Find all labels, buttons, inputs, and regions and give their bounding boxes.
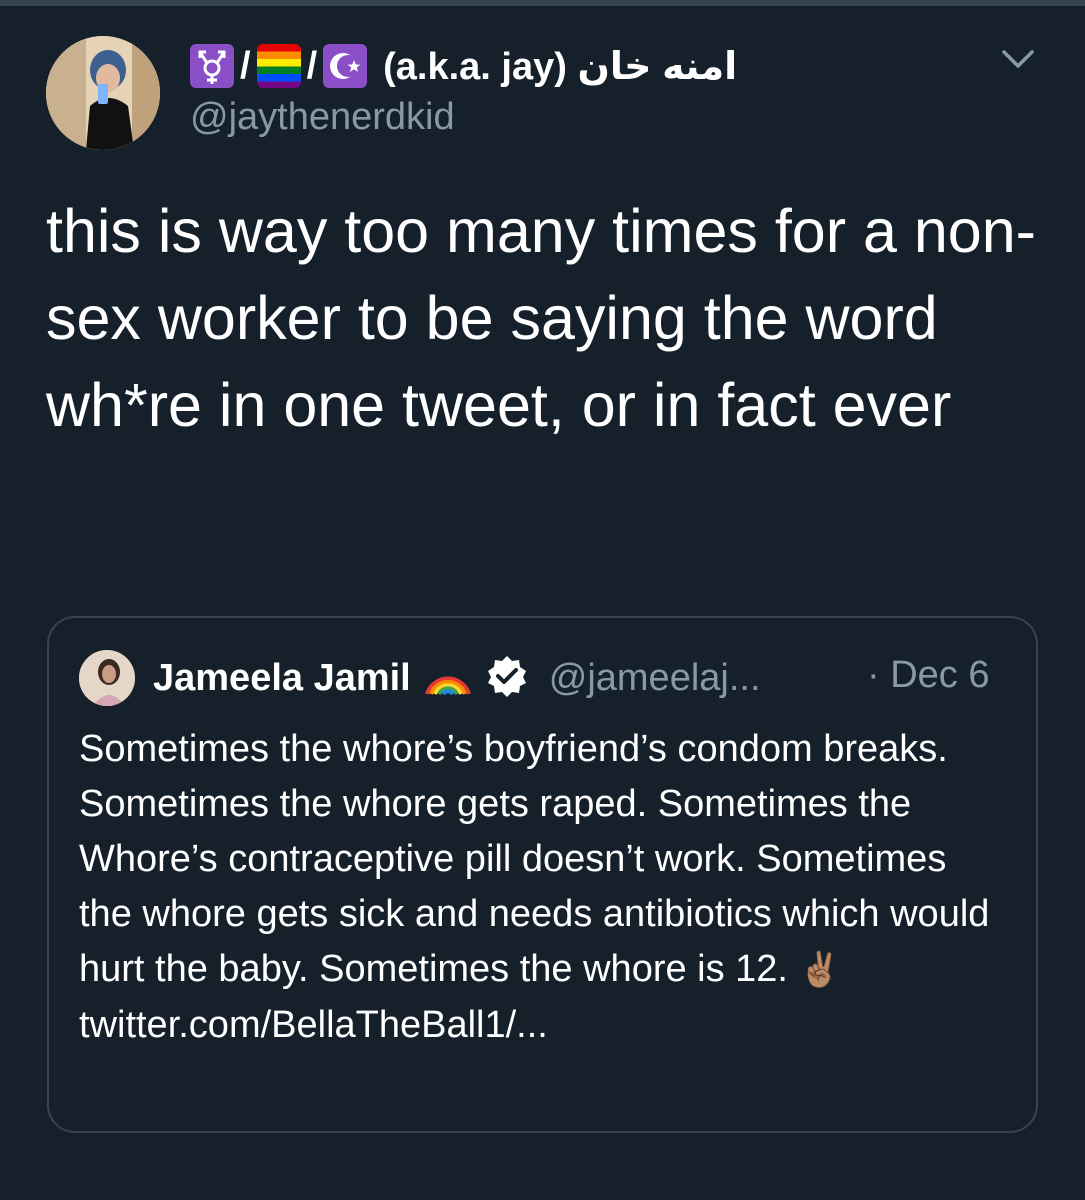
quoted-tweet-body: Sometimes the whore’s boyfriend’s condom… [79,728,990,990]
quoted-author-handle[interactable]: @jameelaj... [549,657,761,700]
author-name[interactable]: / / (a.k.a. jay) امنه خان [190,36,737,96]
quoted-tweet-text: Sometimes the whore’s boyfriend’s condom… [79,722,1009,1053]
quoted-tweet-link[interactable]: twitter.com/BellaTheBall1/... [79,1004,548,1046]
rainbow-flag-icon [256,44,301,88]
name-separator: / [306,44,318,87]
quoted-tweet-card[interactable]: Jameela Jamil @jameelaj... · Dec 6 Somet… [47,616,1038,1133]
rainbow-icon [423,656,473,701]
author-name-text: (a.k.a. jay) امنه خان [383,45,738,88]
tweet-text: this is way too many times for a non-sex… [46,197,1036,439]
verified-badge-icon [485,654,529,703]
transgender-symbol-icon [190,44,234,88]
top-divider [0,0,1085,6]
author-handle[interactable]: @jaythenerdkid [190,96,455,139]
author-avatar[interactable] [46,36,160,150]
name-separator: / [240,44,251,87]
quoted-tweet-header: Jameela Jamil @jameelaj... [153,648,761,708]
quoted-author-avatar[interactable] [79,650,135,706]
quoted-author-name[interactable]: Jameela Jamil [153,657,411,700]
chevron-down-icon[interactable] [996,40,1040,80]
star-and-crescent-icon [323,44,368,88]
quoted-tweet-date[interactable]: · Dec 6 [867,654,989,697]
victory-hand-emoji: ✌🏽 [798,951,841,989]
